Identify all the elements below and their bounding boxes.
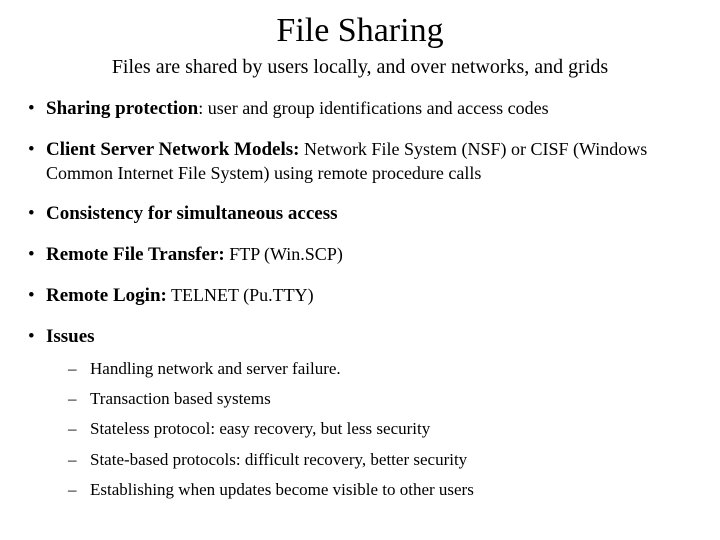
bullet-lead: Sharing protection: [46, 98, 198, 119]
sub-item: Stateless protocol: easy recovery, but l…: [68, 418, 696, 440]
bullet-list: Sharing protection: user and group ident…: [24, 97, 696, 501]
bullet-rest: FTP (Win.SCP): [225, 244, 343, 264]
sub-item: Establishing when updates become visible…: [68, 479, 696, 501]
bullet-lead: Client Server Network Models:: [46, 139, 299, 160]
bullet-lead: Consistency for simultaneous access: [46, 203, 338, 224]
bullet-item: Consistency for simultaneous access: [28, 202, 696, 226]
bullet-lead: Remote File Transfer:: [46, 244, 225, 265]
bullet-rest: TELNET (Pu.TTY): [167, 285, 314, 305]
slide-title: File Sharing: [24, 12, 696, 50]
sub-list: Handling network and server failure. Tra…: [46, 358, 696, 500]
bullet-rest: : user and group identifications and acc…: [198, 98, 548, 118]
sub-item: Handling network and server failure.: [68, 358, 696, 380]
slide-subtitle: Files are shared by users locally, and o…: [24, 56, 696, 79]
sub-item: Transaction based systems: [68, 388, 696, 410]
bullet-lead: Issues: [46, 326, 95, 347]
bullet-item: Remote File Transfer: FTP (Win.SCP): [28, 243, 696, 267]
bullet-item: Issues Handling network and server failu…: [28, 325, 696, 501]
bullet-item: Sharing protection: user and group ident…: [28, 97, 696, 121]
bullet-item: Client Server Network Models: Network Fi…: [28, 138, 696, 186]
sub-item: State-based protocols: difficult recover…: [68, 449, 696, 471]
bullet-lead: Remote Login:: [46, 285, 167, 306]
bullet-item: Remote Login: TELNET (Pu.TTY): [28, 284, 696, 308]
